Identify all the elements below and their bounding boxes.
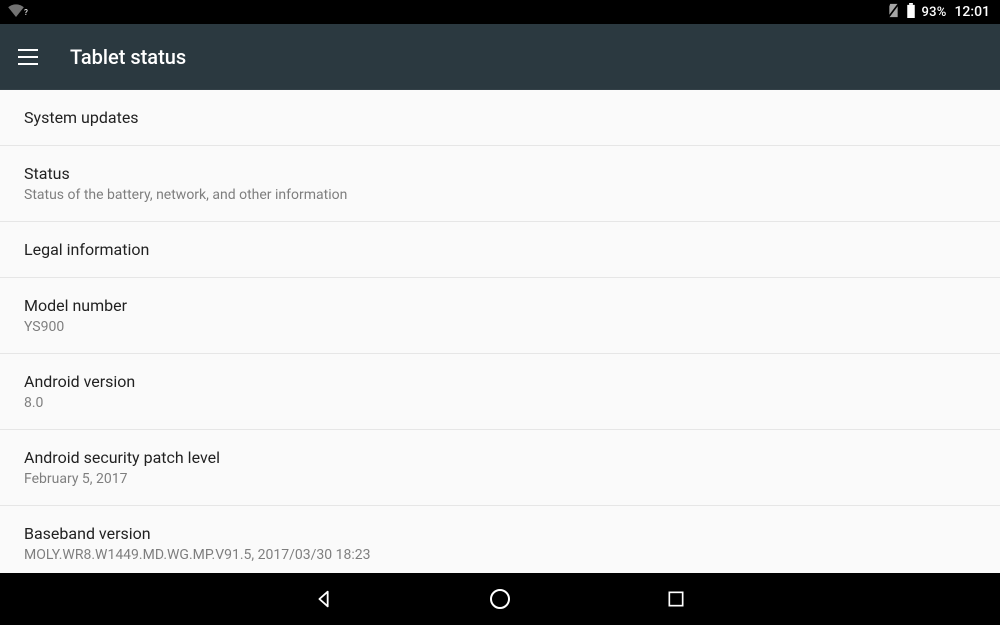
settings-list: System updates Status Status of the batt… [0, 90, 1000, 573]
wifi-weak-icon [8, 4, 24, 21]
row-title: Baseband version [24, 524, 976, 543]
row-subtitle: February 5, 2017 [24, 471, 976, 487]
home-button[interactable] [487, 586, 513, 612]
menu-icon[interactable] [18, 49, 38, 65]
row-baseband-version[interactable]: Baseband version MOLY.WR8.W1449.MD.WG.MP… [0, 506, 1000, 569]
no-sim-icon [887, 3, 900, 22]
row-subtitle: MOLY.WR8.W1449.MD.WG.MP.V91.5, 2017/03/3… [24, 547, 976, 563]
row-legal-information[interactable]: Legal information [0, 222, 1000, 278]
back-button[interactable] [311, 586, 337, 612]
row-system-updates[interactable]: System updates [0, 90, 1000, 146]
row-title: Android security patch level [24, 448, 976, 467]
row-title: Legal information [24, 240, 976, 259]
recents-button[interactable] [663, 586, 689, 612]
row-title: System updates [24, 108, 976, 127]
row-security-patch[interactable]: Android security patch level February 5,… [0, 430, 1000, 506]
row-subtitle: 8.0 [24, 395, 976, 411]
row-title: Status [24, 164, 976, 183]
row-subtitle: Status of the battery, network, and othe… [24, 187, 976, 203]
row-android-version[interactable]: Android version 8.0 [0, 354, 1000, 430]
action-bar: Tablet status [0, 24, 1000, 90]
navigation-bar [0, 573, 1000, 625]
battery-percentage: 93% [922, 5, 947, 20]
status-bar: ? 93% 12:01 [0, 0, 1000, 24]
row-subtitle: YS900 [24, 319, 976, 335]
row-status[interactable]: Status Status of the battery, network, a… [0, 146, 1000, 222]
battery-icon [906, 3, 916, 22]
row-title: Model number [24, 296, 976, 315]
clock: 12:01 [954, 4, 990, 20]
row-model-number[interactable]: Model number YS900 [0, 278, 1000, 354]
wifi-unknown-label: ? [24, 8, 28, 17]
row-title: Android version [24, 372, 976, 391]
page-title: Tablet status [70, 45, 186, 69]
